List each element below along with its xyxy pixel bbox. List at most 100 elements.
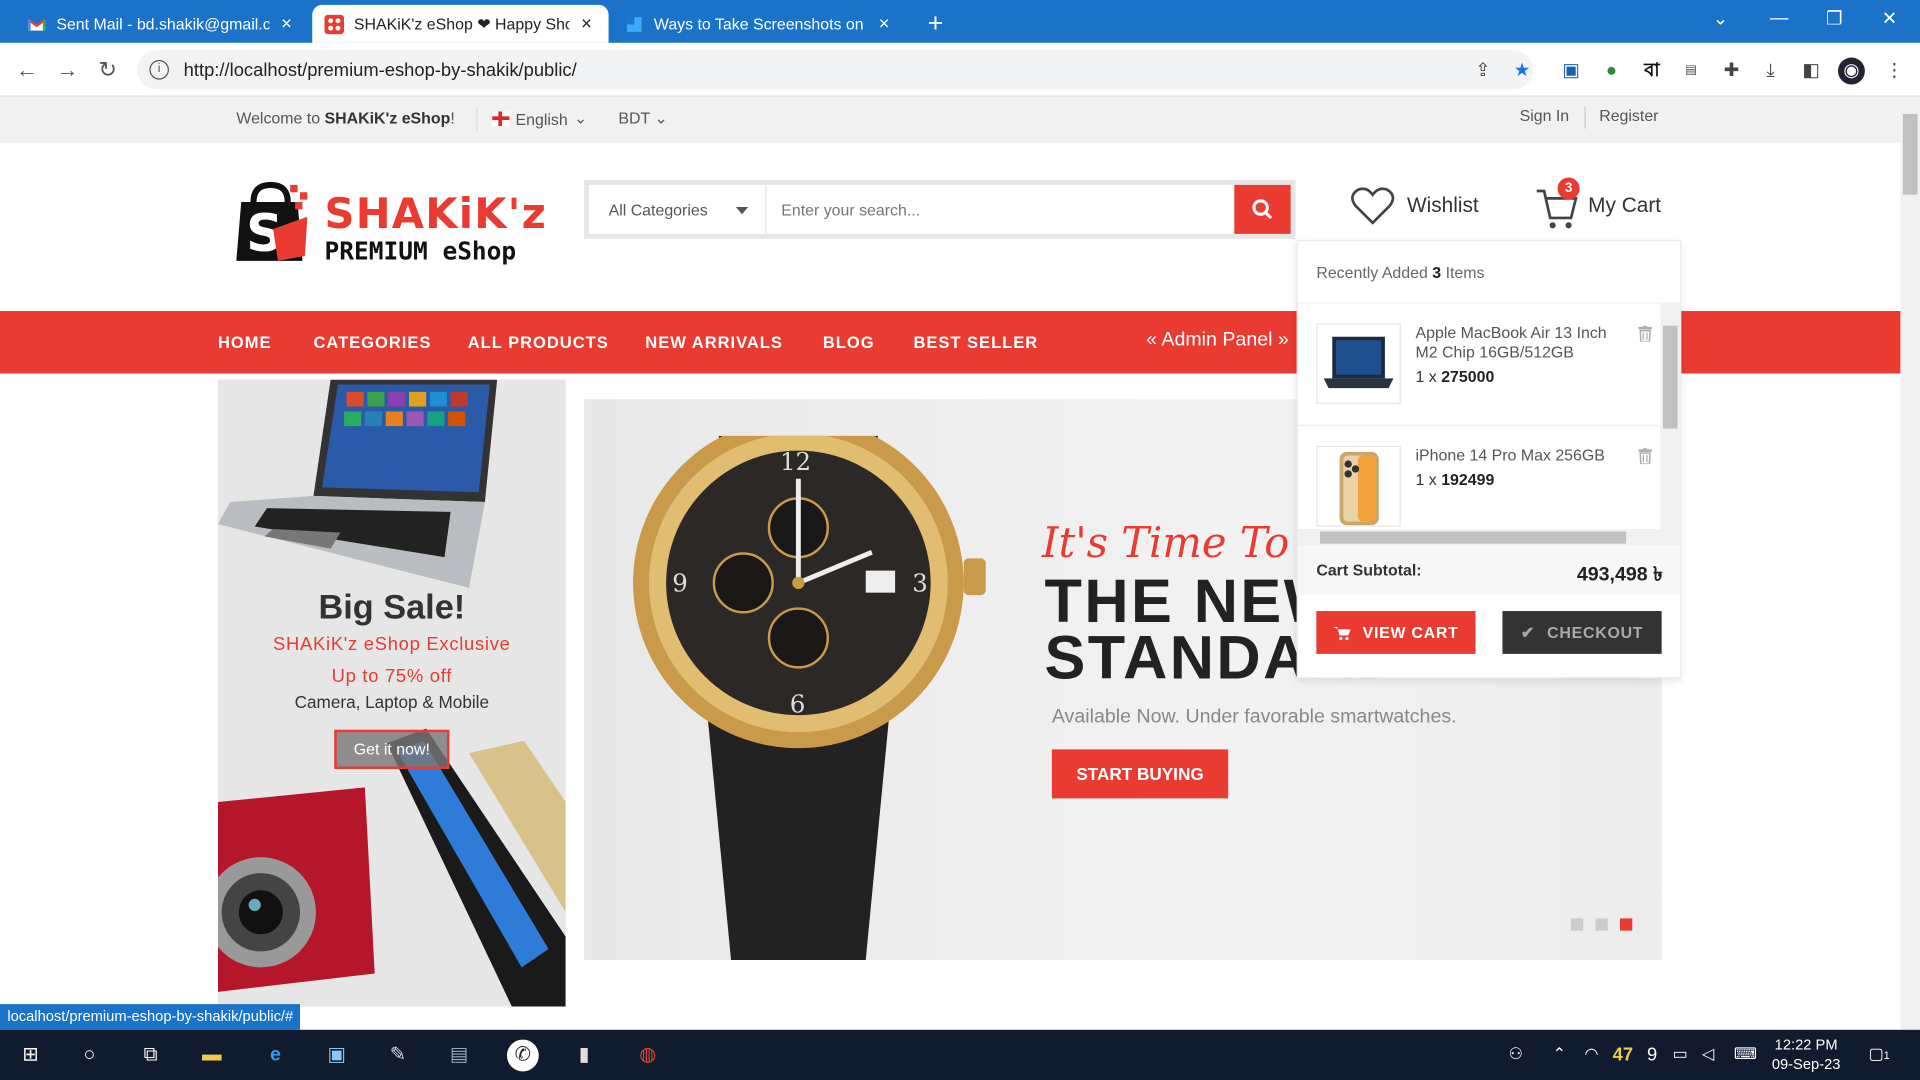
gmail-icon <box>27 17 47 31</box>
checkout-button[interactable]: ✔ CHECKOUT <box>1502 611 1662 654</box>
edge-icon[interactable]: e <box>260 1040 292 1072</box>
item-qty: 1 <box>1415 470 1425 489</box>
nav-home[interactable]: HOME <box>218 333 272 351</box>
file-explorer-icon[interactable]: ▬ <box>196 1040 228 1072</box>
slider-dot-3[interactable] <box>1620 918 1633 931</box>
windows-start-icon[interactable]: ⊞ <box>15 1040 47 1072</box>
share-icon[interactable]: ⇪ <box>1469 58 1496 85</box>
sign-in-link[interactable]: Sign In <box>1520 107 1570 125</box>
cart-list-horizontal-scrollbar[interactable] <box>1297 528 1681 547</box>
delete-item-icon[interactable] <box>1638 325 1652 342</box>
volume-icon[interactable]: ◁ <box>1702 1044 1714 1064</box>
site-logo[interactable]: S SHAKiK'z PREMIUM eShop <box>236 180 546 272</box>
top-bar: Welcome to SHAKiK'z eShop! English ⌄ BDT … <box>0 96 1901 144</box>
minimize-icon[interactable]: — <box>1761 7 1798 28</box>
reload-icon[interactable]: ↻ <box>93 55 122 84</box>
category-select[interactable]: All Categories <box>589 184 767 234</box>
delete-item-icon[interactable] <box>1638 448 1652 465</box>
product-thumbnail[interactable] <box>1316 445 1401 527</box>
address-bar[interactable]: i http://localhost/premium-eshop-by-shak… <box>137 50 1534 90</box>
extensions-puzzle-icon[interactable]: ✚ <box>1718 58 1745 85</box>
nav-all-products[interactable]: ALL PRODUCTS <box>468 333 609 351</box>
new-extension-icon[interactable]: ▤ <box>1678 58 1705 85</box>
notifications-icon[interactable]: ▢1 <box>1869 1044 1890 1064</box>
back-icon[interactable]: ← <box>12 55 41 84</box>
new-tab-button[interactable]: + <box>921 7 950 39</box>
task-view-icon[interactable]: ⧉ <box>135 1040 167 1072</box>
svg-text:3: 3 <box>912 568 928 597</box>
item-qty: 1 <box>1415 367 1425 386</box>
admin-panel-link[interactable]: « Admin Panel » <box>1146 329 1289 351</box>
tab-title: Sent Mail - bd.shakik@gmail.con <box>56 14 270 34</box>
get-it-now-button[interactable]: Get it now! <box>334 729 450 769</box>
wifi-icon[interactable]: ◠ <box>1585 1044 1599 1064</box>
battery-icon[interactable]: ▭ <box>1673 1044 1688 1064</box>
banner-discount: Up to 75% off <box>331 666 453 687</box>
cart-item-name[interactable]: Apple MacBook Air 13 Inch M2 Chip 16GB/5… <box>1416 323 1627 362</box>
tray-number[interactable]: 9 <box>1647 1044 1657 1065</box>
keyboard-icon[interactable]: ⌨ <box>1734 1044 1757 1064</box>
register-link[interactable]: Register <box>1599 107 1658 125</box>
cart-item-list[interactable]: Apple MacBook Air 13 Inch M2 Chip 16GB/5… <box>1297 302 1681 529</box>
start-buying-button[interactable]: START BUYING <box>1051 749 1229 799</box>
language-select[interactable]: English ⌄ <box>492 109 587 129</box>
browser-menu-icon[interactable]: ⋮ <box>1881 58 1908 85</box>
wishlist-label: Wishlist <box>1406 193 1479 217</box>
my-cart-link[interactable]: 3 My Cart <box>1534 177 1661 230</box>
temperature-badge[interactable]: 47 <box>1613 1044 1633 1065</box>
slider-dot-1[interactable] <box>1571 918 1584 931</box>
close-tab-icon[interactable]: × <box>874 13 894 34</box>
chevron-up-icon[interactable]: ⌃ <box>1553 1044 1566 1064</box>
profile-avatar[interactable]: ◉ <box>1837 57 1865 85</box>
page-scrollbar[interactable] <box>1900 96 1920 1030</box>
product-thumbnail[interactable] <box>1316 323 1401 405</box>
recent-suffix: Items <box>1441 263 1485 282</box>
chrome-icon[interactable]: ◍ <box>632 1040 664 1072</box>
tab-search-icon[interactable]: ⌄ <box>1702 7 1739 30</box>
nav-categories[interactable]: CATEGORIES <box>313 333 431 351</box>
scrollbar-thumb[interactable] <box>1320 531 1627 544</box>
cart-list-vertical-scrollbar[interactable] <box>1660 303 1681 529</box>
whatsapp-icon[interactable]: ✆ <box>506 1039 539 1072</box>
people-icon[interactable]: ⚇ <box>1509 1044 1523 1064</box>
cart-item[interactable]: Apple MacBook Air 13 Inch M2 Chip 16GB/5… <box>1297 304 1661 427</box>
terminal-icon[interactable]: ▮ <box>568 1040 600 1072</box>
forward-icon[interactable]: → <box>53 55 82 84</box>
search-input[interactable] <box>766 184 1235 234</box>
system-clock[interactable]: 12:22 PM 09-Sep-23 <box>1763 1035 1849 1074</box>
nav-best-seller[interactable]: BEST SELLER <box>913 333 1038 351</box>
side-panel-icon[interactable]: ◧ <box>1798 58 1825 85</box>
currency-select[interactable]: BDT ⌄ <box>618 109 667 129</box>
tab-screenshots[interactable]: Ways to Take Screenshots on Win × <box>612 5 906 43</box>
close-tab-icon[interactable]: × <box>577 13 597 34</box>
search-button[interactable] <box>1234 184 1291 234</box>
restore-icon[interactable]: ❐ <box>1816 7 1853 30</box>
remote-desktop-icon[interactable]: ▣ <box>321 1040 353 1072</box>
paint-icon[interactable]: ✎ <box>382 1040 414 1072</box>
site-info-icon[interactable]: i <box>149 60 169 80</box>
side-promo-banner[interactable]: Big Sale! SHAKiK'z eShop Exclusive Up to… <box>217 379 566 1007</box>
tab-eshop[interactable]: SHAKiK'z eShop ❤ Happy Shoppi × <box>312 4 609 43</box>
heart-icon <box>1351 187 1395 225</box>
view-cart-label: VIEW CART <box>1362 623 1459 642</box>
scrollbar-thumb[interactable] <box>1902 113 1918 195</box>
wishlist-link[interactable]: Wishlist <box>1351 186 1479 225</box>
app-icon[interactable]: ▤ <box>443 1040 475 1072</box>
globe-extension-icon[interactable]: ● <box>1598 58 1625 85</box>
search-icon[interactable]: ○ <box>73 1040 105 1072</box>
nav-new-arrivals[interactable]: NEW ARRIVALS <box>645 333 783 351</box>
cart-item[interactable]: iPhone 14 Pro Max 256GB 1 x 192499 <box>1298 426 1660 529</box>
save-extension-icon[interactable]: ▣ <box>1558 58 1585 85</box>
bookmark-star-icon[interactable]: ★ <box>1509 58 1536 85</box>
nav-blog[interactable]: BLOG <box>823 333 875 351</box>
tab-gmail[interactable]: Sent Mail - bd.shakik@gmail.con × <box>15 5 309 43</box>
close-tab-icon[interactable]: × <box>277 13 297 34</box>
bangla-extension-icon[interactable]: বা <box>1638 58 1665 85</box>
view-cart-button[interactable]: VIEW CART <box>1316 611 1476 654</box>
download-icon[interactable]: ⤓ <box>1757 58 1784 85</box>
slider-dot-2[interactable] <box>1595 918 1608 931</box>
scrollbar-thumb[interactable] <box>1662 325 1678 429</box>
cart-icon <box>1333 626 1351 640</box>
close-window-icon[interactable]: ✕ <box>1871 7 1908 30</box>
cart-item-name[interactable]: iPhone 14 Pro Max 256GB <box>1416 446 1627 466</box>
